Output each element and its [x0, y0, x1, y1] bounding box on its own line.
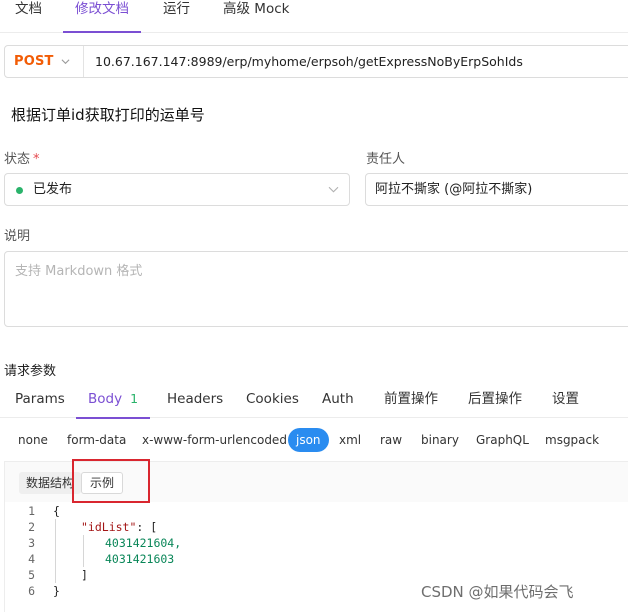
body-type-graphql[interactable]: GraphQL	[476, 428, 529, 452]
description-editor[interactable]: 支持 Markdown 格式	[4, 251, 628, 327]
status-value: 已发布	[33, 182, 73, 197]
annotation-highlight-box	[72, 459, 150, 503]
chevron-down-icon	[328, 186, 339, 193]
request-param-tabs: Params Body 1 Headers Cookies Auth 前置操作 后…	[0, 383, 628, 419]
body-type-xml[interactable]: xml	[339, 428, 361, 452]
status-dot-icon	[16, 187, 23, 194]
required-mark: *	[33, 152, 40, 167]
status-label: 状态 *	[4, 148, 40, 167]
tab-pre-script[interactable]: 前置操作	[384, 383, 438, 418]
body-type-form-data[interactable]: form-data	[67, 428, 126, 452]
tab-run[interactable]: 运行	[163, 0, 190, 33]
code-value: 4031421604,	[105, 536, 182, 550]
body-type-urlencoded[interactable]: x-www-form-urlencoded	[142, 428, 287, 452]
status-label-text: 状态	[4, 152, 31, 167]
status-select[interactable]: 已发布	[4, 173, 350, 206]
line-number: 5	[28, 568, 35, 582]
request-url-bar: POST 10.67.167.147:8989/erp/myhome/erpso…	[4, 45, 628, 78]
code-close-brace: }	[53, 584, 60, 598]
body-type-json[interactable]: json	[288, 428, 329, 452]
description-placeholder: 支持 Markdown 格式	[15, 264, 143, 279]
line-number: 6	[28, 584, 35, 598]
api-name-input[interactable]: 根据订单id获取打印的运单号	[11, 104, 205, 125]
indent-guide	[55, 519, 56, 583]
code-key-line: "idList": [	[81, 520, 157, 534]
owner-value: 阿拉不撕家 (@阿拉不撕家)	[375, 182, 533, 197]
line-number: 1	[28, 504, 35, 518]
indent-guide	[83, 535, 84, 567]
csdn-watermark: CSDN @如果代码会飞	[421, 583, 574, 601]
doc-mode-tabs: 文档 修改文档 运行 高级 Mock	[0, 0, 628, 33]
tab-auth[interactable]: Auth	[322, 383, 354, 418]
request-params-title: 请求参数	[4, 364, 57, 379]
body-count-badge: 1	[130, 391, 139, 406]
http-method-select[interactable]: POST	[14, 46, 54, 77]
tab-advanced-mock[interactable]: 高级 Mock	[223, 0, 289, 33]
body-type-binary[interactable]: binary	[421, 428, 459, 452]
code-close-bracket: ]	[81, 568, 88, 582]
tab-post-script[interactable]: 后置操作	[468, 383, 522, 418]
tab-params[interactable]: Params	[15, 383, 65, 418]
code-key: "idList"	[81, 520, 137, 534]
line-number: 3	[28, 536, 35, 550]
line-number: 2	[28, 520, 35, 534]
owner-label: 责任人	[366, 152, 406, 167]
url-divider	[83, 46, 84, 77]
url-input[interactable]: 10.67.167.147:8989/erp/myhome/erpsoh/get…	[95, 46, 523, 77]
body-type-msgpack[interactable]: msgpack	[545, 428, 599, 452]
tab-docs[interactable]: 文档	[15, 0, 42, 33]
tab-headers[interactable]: Headers	[167, 383, 223, 418]
body-type-selector: none form-data x-www-form-urlencoded jso…	[0, 428, 628, 452]
body-type-none[interactable]: none	[18, 428, 48, 452]
tab-cookies[interactable]: Cookies	[246, 383, 299, 418]
line-number: 4	[28, 552, 35, 566]
code-colon-bracket: : [	[136, 520, 158, 534]
description-label: 说明	[4, 229, 31, 244]
line-number-gutter: 1 2 3 4 5 6	[5, 502, 41, 612]
chevron-down-icon[interactable]	[61, 57, 70, 66]
body-type-raw[interactable]: raw	[380, 428, 402, 452]
tab-body-label: Body	[88, 391, 123, 407]
tab-body[interactable]: Body 1	[75, 383, 151, 419]
code-open-brace: {	[53, 504, 60, 518]
tab-settings[interactable]: 设置	[552, 383, 579, 418]
tab-edit-doc[interactable]: 修改文档	[63, 0, 141, 33]
code-value: 4031421603	[105, 552, 175, 566]
owner-select[interactable]: 阿拉不撕家 (@阿拉不撕家)	[365, 173, 628, 206]
